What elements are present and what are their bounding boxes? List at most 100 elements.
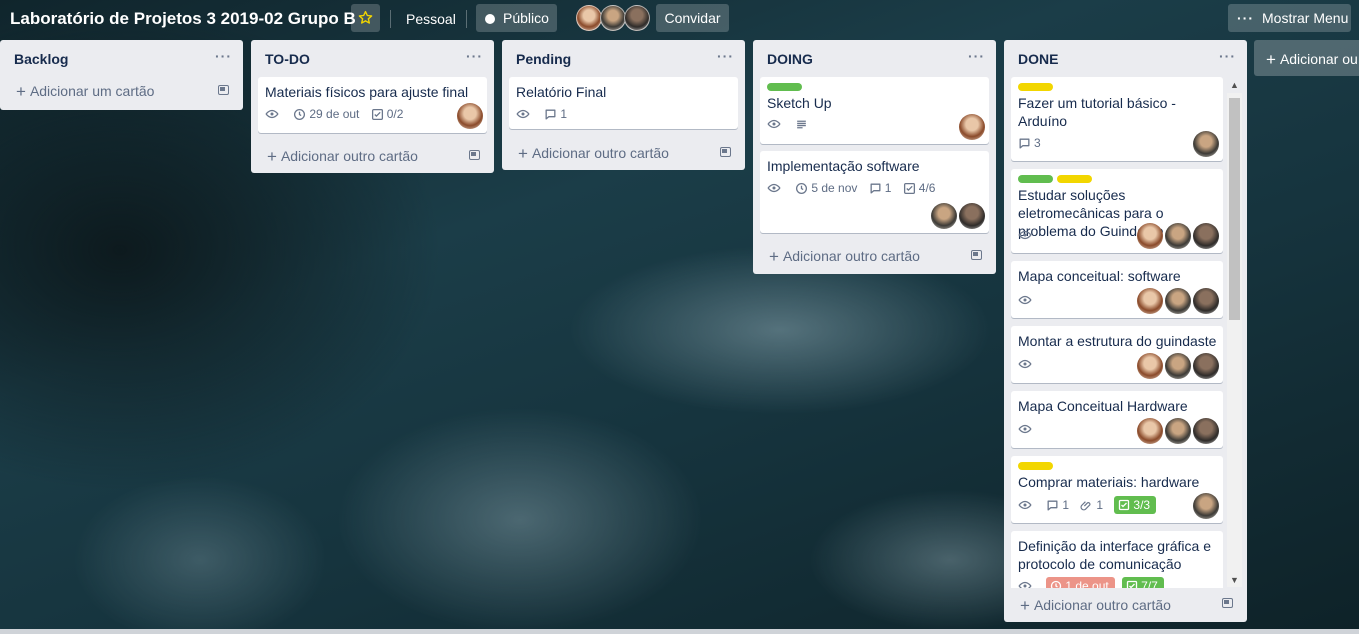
list-menu-icon[interactable]: ··· (466, 48, 483, 64)
checklist-icon (1119, 499, 1130, 511)
board-title[interactable]: Laboratório de Projetos 3 2019-02 Grupo … (10, 9, 356, 29)
plus-icon: + (769, 247, 779, 266)
card[interactable]: Definição da interface gráfica e protoco… (1011, 531, 1223, 588)
card[interactable]: Montar a estrutura do guindaste (1011, 326, 1223, 383)
avatar[interactable] (624, 5, 650, 31)
avatar[interactable] (1193, 131, 1219, 157)
list-menu-icon[interactable]: ··· (1219, 48, 1236, 64)
card[interactable]: Mapa conceitual: software (1011, 261, 1223, 318)
list-title[interactable]: TO-DO (265, 51, 310, 67)
scroll-up-arrow[interactable]: ▲ (1229, 80, 1240, 90)
avatar[interactable] (1165, 223, 1191, 249)
list-doing: DOING ··· Sketch Up Implementação softwa… (753, 40, 996, 274)
card-badges (767, 115, 819, 133)
card[interactable]: Materiais físicos para ajuste final 29 d… (258, 77, 487, 133)
avatar[interactable] (1137, 353, 1163, 379)
avatar[interactable] (1193, 493, 1219, 519)
eye-icon (516, 109, 530, 119)
due-text: 5 de nov (811, 181, 858, 195)
avatar[interactable] (1193, 353, 1219, 379)
avatar[interactable] (959, 114, 985, 140)
header-divider (466, 10, 467, 28)
card-label-green[interactable] (767, 83, 802, 91)
add-card-button[interactable]: + Adicionar outro cartão (1020, 596, 1171, 616)
card-badges: 29 de out 0/2 (265, 105, 411, 123)
list-title[interactable]: DONE (1018, 51, 1058, 67)
list-pending: Pending ··· Relatório Final 1 + Adicionar… (502, 40, 745, 170)
card-label-yellow[interactable] (1018, 83, 1053, 91)
avatar[interactable] (1193, 288, 1219, 314)
checklist-text: 7/7 (1141, 579, 1158, 588)
board-horizontal-scrollbar[interactable] (0, 629, 1359, 634)
card[interactable]: Fazer um tutorial básico - Arduíno 3 (1011, 77, 1223, 161)
avatar[interactable] (931, 203, 957, 229)
list-done: DONE ··· Fazer um tutorial básico - Ardu… (1004, 40, 1247, 622)
avatar[interactable] (1137, 288, 1163, 314)
add-card-button[interactable]: + Adicionar outro cartão (518, 144, 669, 164)
list-title[interactable]: DOING (767, 51, 813, 67)
avatar[interactable] (1165, 353, 1191, 379)
card-template-icon[interactable] (720, 147, 731, 157)
card-template-icon[interactable] (469, 150, 480, 160)
eye-icon (1018, 424, 1032, 434)
checklist-icon (1126, 580, 1138, 588)
watch-badge (1018, 355, 1035, 373)
card[interactable]: Relatório Final 1 (509, 77, 738, 129)
card-template-icon[interactable] (971, 250, 982, 260)
list-menu-icon[interactable]: ··· (717, 48, 734, 64)
list-backlog: Backlog ··· + Adicionar um cartão (0, 40, 243, 110)
add-card-label: Adicionar outro cartão (531, 145, 669, 161)
avatar[interactable] (1137, 418, 1163, 444)
add-card-label: Adicionar outro cartão (280, 148, 418, 164)
card[interactable]: Implementação software 5 de nov 1 4/6 (760, 151, 989, 233)
avatar[interactable] (457, 103, 483, 129)
list-menu-icon[interactable]: ··· (968, 48, 985, 64)
board-header: Laboratório de Projetos 3 2019-02 Grupo … (0, 0, 1359, 38)
card-title: Comprar materiais: hardware (1018, 474, 1200, 490)
avatar[interactable] (959, 203, 985, 229)
watch-badge (1018, 226, 1035, 244)
due-text: 29 de out (309, 107, 360, 121)
card-label-yellow[interactable] (1018, 462, 1053, 470)
scrollbar-thumb[interactable] (1229, 98, 1240, 320)
visibility-label: Público (503, 10, 549, 26)
avatar[interactable] (576, 5, 602, 31)
show-menu-label: Mostrar Menu (1262, 10, 1349, 26)
comment-badge: 1 (544, 105, 567, 123)
card[interactable]: Sketch Up (760, 77, 989, 144)
avatar[interactable] (1165, 288, 1191, 314)
add-card-button[interactable]: + Adicionar um cartão (16, 82, 154, 102)
list-title[interactable]: Backlog (14, 51, 68, 67)
watch-badge (1018, 496, 1035, 514)
card[interactable]: Estudar soluções eletromecânicas para o … (1011, 169, 1223, 253)
card-badges: 5 de nov 1 4/6 (767, 179, 943, 197)
card-template-icon[interactable] (218, 85, 229, 95)
eye-icon (1018, 230, 1032, 240)
add-list-button[interactable]: + Adicionar ou (1254, 40, 1359, 76)
visibility-button[interactable]: Público (476, 4, 557, 32)
avatar[interactable] (1137, 223, 1163, 249)
card[interactable]: Mapa Conceitual Hardware (1011, 391, 1223, 448)
card-label-green[interactable] (1018, 175, 1053, 183)
list-title[interactable]: Pending (516, 51, 571, 67)
card[interactable]: Comprar materiais: hardware 1 1 3/3 (1011, 456, 1223, 523)
add-card-button[interactable]: + Adicionar outro cartão (769, 247, 920, 267)
checklist-text: 3/3 (1133, 498, 1151, 512)
checklist-text: 4/6 (918, 181, 936, 195)
add-card-button[interactable]: + Adicionar outro cartão (267, 147, 418, 167)
add-card-label: Adicionar outro cartão (1033, 597, 1171, 613)
avatar[interactable] (1165, 418, 1191, 444)
plus-icon: + (16, 82, 26, 101)
list-menu-icon[interactable]: ··· (215, 48, 232, 64)
avatar[interactable] (1193, 223, 1219, 249)
scroll-down-arrow[interactable]: ▼ (1229, 575, 1240, 585)
avatar[interactable] (1193, 418, 1219, 444)
star-button[interactable] (351, 4, 380, 32)
card-template-icon[interactable] (1222, 598, 1233, 608)
team-button[interactable]: Pessoal (406, 11, 456, 27)
avatar[interactable] (600, 5, 626, 31)
list-cards-scroll[interactable]: Fazer um tutorial básico - Arduíno 3 Est… (1004, 76, 1247, 588)
card-label-yellow[interactable] (1057, 175, 1092, 183)
show-menu-button[interactable]: ··· Mostrar Menu (1228, 4, 1351, 32)
invite-button[interactable]: Convidar (656, 4, 729, 32)
